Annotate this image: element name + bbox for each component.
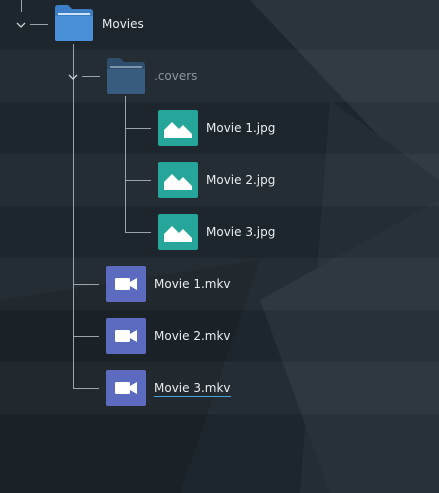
folder-name[interactable]: .covers <box>154 69 197 83</box>
tree-line <box>125 180 151 181</box>
file-name[interactable]: Movie 3.jpg <box>206 225 275 239</box>
image-icon[interactable] <box>158 110 198 150</box>
file-name[interactable]: Movie 2.jpg <box>206 173 275 187</box>
video-icon[interactable] <box>106 266 146 306</box>
folder-name[interactable]: Movies <box>102 17 144 31</box>
tree-line <box>73 388 99 389</box>
video-icon[interactable] <box>106 318 146 358</box>
chevron-down-icon[interactable] <box>15 19 27 31</box>
tree-line <box>125 232 151 233</box>
list-item[interactable] <box>0 50 439 102</box>
folder-icon[interactable] <box>106 57 146 99</box>
file-name[interactable]: Movie 1.jpg <box>206 121 275 135</box>
image-icon[interactable] <box>158 214 198 254</box>
tree-line <box>82 76 100 77</box>
tree-line <box>73 284 99 285</box>
video-icon[interactable] <box>106 370 146 410</box>
tree-line <box>73 336 99 337</box>
file-name[interactable]: Movie 1.mkv <box>154 277 231 291</box>
tree-line <box>21 0 22 12</box>
chevron-down-icon[interactable] <box>67 71 79 83</box>
tree-line <box>125 96 126 232</box>
image-icon[interactable] <box>158 162 198 202</box>
tree-line <box>125 128 151 129</box>
tree-line <box>30 24 48 25</box>
file-name[interactable]: Movie 2.mkv <box>154 329 231 343</box>
folder-icon[interactable] <box>54 4 94 46</box>
file-name[interactable]: Movie 3.mkv <box>154 381 231 397</box>
